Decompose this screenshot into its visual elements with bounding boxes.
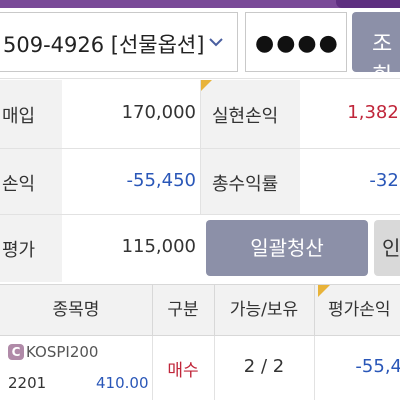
side-button[interactable]: 인	[374, 220, 400, 276]
call-badge-icon: C	[8, 344, 24, 360]
account-select[interactable]: 509-4926 [선물옵션]	[0, 12, 238, 72]
row-divider	[0, 214, 400, 215]
summary-value-pnl: -55,450	[62, 148, 200, 214]
summary-label-valuation: 평가	[0, 214, 62, 282]
query-button[interactable]: 조회	[352, 12, 400, 89]
summary-panel: 매입 170,000 실현손익 1,382,0 손익 -55,450 총수익률 …	[0, 80, 400, 282]
header-strip	[0, 0, 400, 8]
label-text: 총수익률	[212, 174, 279, 195]
password-mask: ●●●●	[255, 31, 340, 56]
account-bar: 509-4926 [선물옵션] ●●●● 조회	[0, 8, 400, 89]
header-strip-cap	[336, 0, 400, 8]
label-text: 실현손익	[212, 106, 279, 127]
table-row[interactable]: C KOSPI200 2201 410.00 매수 2 / 2 -55,4	[0, 336, 400, 400]
liquidate-all-button[interactable]: 일괄청산	[206, 220, 368, 276]
item-price: 410.00	[96, 374, 149, 392]
item-code: 2201	[8, 374, 47, 392]
summary-label-return: 총수익률	[200, 148, 300, 214]
item-qty: 2 / 2	[243, 356, 285, 377]
item-eval: -55,4	[355, 356, 400, 377]
label-text: 매입	[2, 106, 36, 127]
col-divider	[200, 80, 201, 214]
corner-marker	[200, 80, 212, 92]
summary-label-purchase: 매입	[0, 80, 62, 148]
value-text: 170,000	[121, 102, 196, 123]
account-number: 509-4926 [선물옵션]	[3, 33, 205, 57]
table-header: 종목명 구분 가능/보유 평가손익	[0, 284, 400, 336]
summary-value-purchase: 170,000	[62, 80, 200, 148]
label-text: 평가	[2, 240, 36, 261]
value-text: 115,000	[121, 236, 196, 257]
header-type[interactable]: 구분	[152, 285, 214, 335]
summary-value-valuation: 115,000	[62, 214, 200, 282]
password-field[interactable]: ●●●●	[245, 12, 347, 72]
divider	[0, 78, 400, 79]
item-side: 매수	[167, 361, 199, 381]
chevron-down-icon	[209, 38, 223, 47]
summary-value-realized: 1,382,0	[300, 80, 400, 148]
label-text: 손익	[2, 174, 36, 195]
summary-value-return: -32.6	[300, 148, 400, 214]
summary-label-realized: 실현손익	[200, 80, 300, 148]
header-eval[interactable]: 평가손익	[314, 285, 400, 335]
value-text: -55,450	[126, 170, 196, 191]
header-name[interactable]: 종목명	[0, 285, 152, 335]
summary-label-pnl: 손익	[0, 148, 62, 214]
value-text: 1,382,0	[347, 102, 400, 123]
value-text: -32.6	[369, 170, 400, 191]
header-qty[interactable]: 가능/보유	[214, 285, 314, 335]
item-name: KOSPI200	[26, 343, 99, 361]
